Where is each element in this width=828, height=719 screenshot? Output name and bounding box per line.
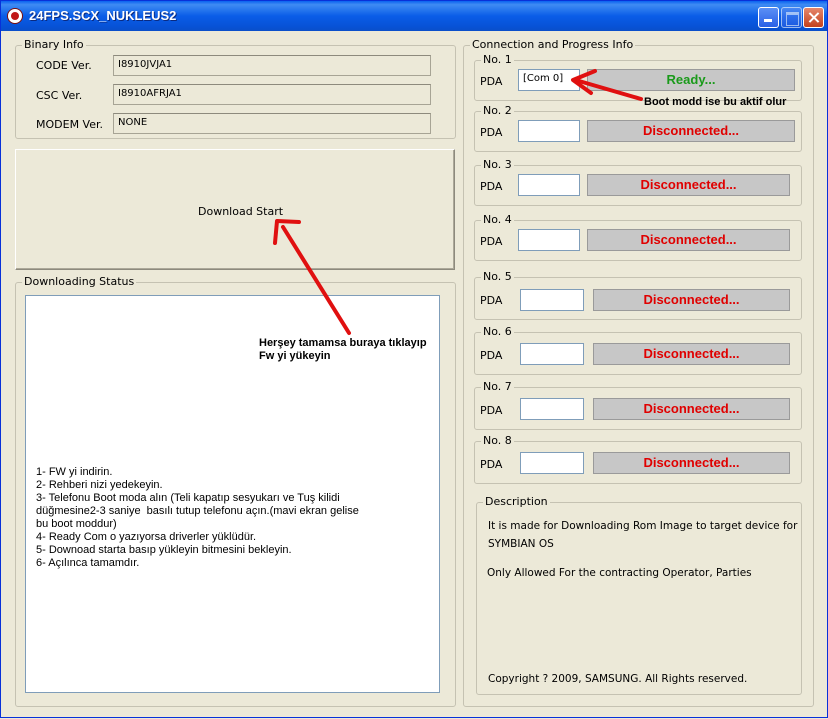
slot-title: No. 5 [481,270,514,283]
minimize-button[interactable] [758,7,779,28]
instruction-line: 6- Açılınca tamamdır. [36,557,140,569]
pda-port-field[interactable] [520,343,584,365]
maximize-button[interactable] [781,7,802,28]
slot-1: No. 1 PDA [Com 0] Ready... [474,53,802,101]
slot-status: Ready... [587,69,795,91]
description-line: Only Allowed For the contracting Operato… [487,567,752,579]
pda-port-field[interactable] [520,398,584,420]
pda-label: PDA [480,294,503,307]
instruction-line: 4- Ready Com o yazıyorsa driverler yüklü… [36,531,257,543]
slot-status: Disconnected... [593,289,790,311]
code-ver-field: I8910JVJA1 [113,55,431,76]
slot-title: No. 1 [481,53,514,66]
instruction-line: düğmesine2-3 saniye basılı tutup telefon… [36,505,359,517]
pda-port-field[interactable] [518,120,580,142]
pda-port-field[interactable] [518,229,580,251]
connection-title: Connection and Progress Info [470,38,636,51]
copyright-text: Copyright ? 2009, SAMSUNG. All Rights re… [488,673,748,685]
pda-port-field[interactable] [518,174,580,196]
instruction-list: 1- FW yi indirin. 2- Rehberi nizi yedeke… [36,466,359,570]
pda-port-field[interactable]: [Com 0] [518,69,580,91]
description-group: Description It is made for Downloading R… [476,495,802,695]
slot-2: No. 2 PDA Disconnected... [474,104,802,152]
pda-label: PDA [480,404,503,417]
slot-title: No. 3 [481,158,514,171]
slot-4: No. 4 PDA Disconnected... [474,213,802,261]
slot-title: No. 4 [481,213,514,226]
app-icon [7,8,23,24]
modem-ver-field: NONE [113,113,431,134]
slot-title: No. 8 [481,434,514,447]
slot-status: Disconnected... [593,452,790,474]
pda-label: PDA [480,235,503,248]
slot-title: No. 7 [481,380,514,393]
pda-label: PDA [480,126,503,139]
slot-status: Disconnected... [587,229,790,251]
pda-port-field[interactable] [520,289,584,311]
instruction-line: 5- Downoad starta basıp yükleyin bitmesi… [36,544,292,556]
instruction-line: 3- Telefonu Boot moda alın (Teli kapatıp… [36,492,340,504]
boot-annotation: Boot modd ise bu aktif olur [644,96,787,108]
slot-status: Disconnected... [593,398,790,420]
description-title: Description [483,495,550,508]
binary-info-group: Binary Info CODE Ver. I8910JVJA1 CSC Ver… [15,38,456,139]
pda-label: PDA [480,458,503,471]
binary-info-title: Binary Info [22,38,86,51]
download-start-button[interactable]: Download Start [15,149,455,270]
slot-5: No. 5 PDA Disconnected... [474,270,802,320]
slot-title: No. 6 [481,325,514,338]
slot-3: No. 3 PDA Disconnected... [474,158,802,206]
modem-ver-label: MODEM Ver. [36,118,104,131]
start-annotation-line: Fw yi yükeyin [259,350,331,362]
start-annotation: Herşey tamamsa buraya tıklayıp Fw yi yük… [259,337,427,363]
slot-status: Disconnected... [593,343,790,365]
title-bar[interactable]: 24FPS.SCX_NUKLEUS2 [1,1,827,31]
slot-status: Disconnected... [587,120,795,142]
csc-ver-label: CSC Ver. [36,89,83,102]
start-annotation-line: Herşey tamamsa buraya tıklayıp [259,337,427,349]
app-window: 24FPS.SCX_NUKLEUS2 Binary Info CODE Ver.… [0,0,828,718]
description-line: SYMBIAN OS [488,538,554,550]
code-ver-label: CODE Ver. [36,59,92,72]
instruction-line: 1- FW yi indirin. [36,466,113,478]
slot-title: No. 2 [481,104,514,117]
slot-6: No. 6 PDA Disconnected... [474,325,802,375]
pda-port-field[interactable] [520,452,584,474]
download-start-label: Download Start [198,205,284,218]
close-button[interactable] [803,7,824,28]
csc-ver-field: I8910AFRJA1 [113,84,431,105]
slot-status: Disconnected... [587,174,790,196]
pda-label: PDA [480,180,503,193]
pda-label: PDA [480,75,503,88]
window-title: 24FPS.SCX_NUKLEUS2 [29,8,177,23]
description-line: It is made for Downloading Rom Image to … [488,520,798,532]
instruction-line: 2- Rehberi nizi yedekeyin. [36,479,163,491]
slot-8: No. 8 PDA Disconnected... [474,434,802,484]
instruction-line: bu boot moddur) [36,518,117,530]
pda-label: PDA [480,349,503,362]
downloading-status-title: Downloading Status [22,275,137,288]
slot-7: No. 7 PDA Disconnected... [474,380,802,430]
